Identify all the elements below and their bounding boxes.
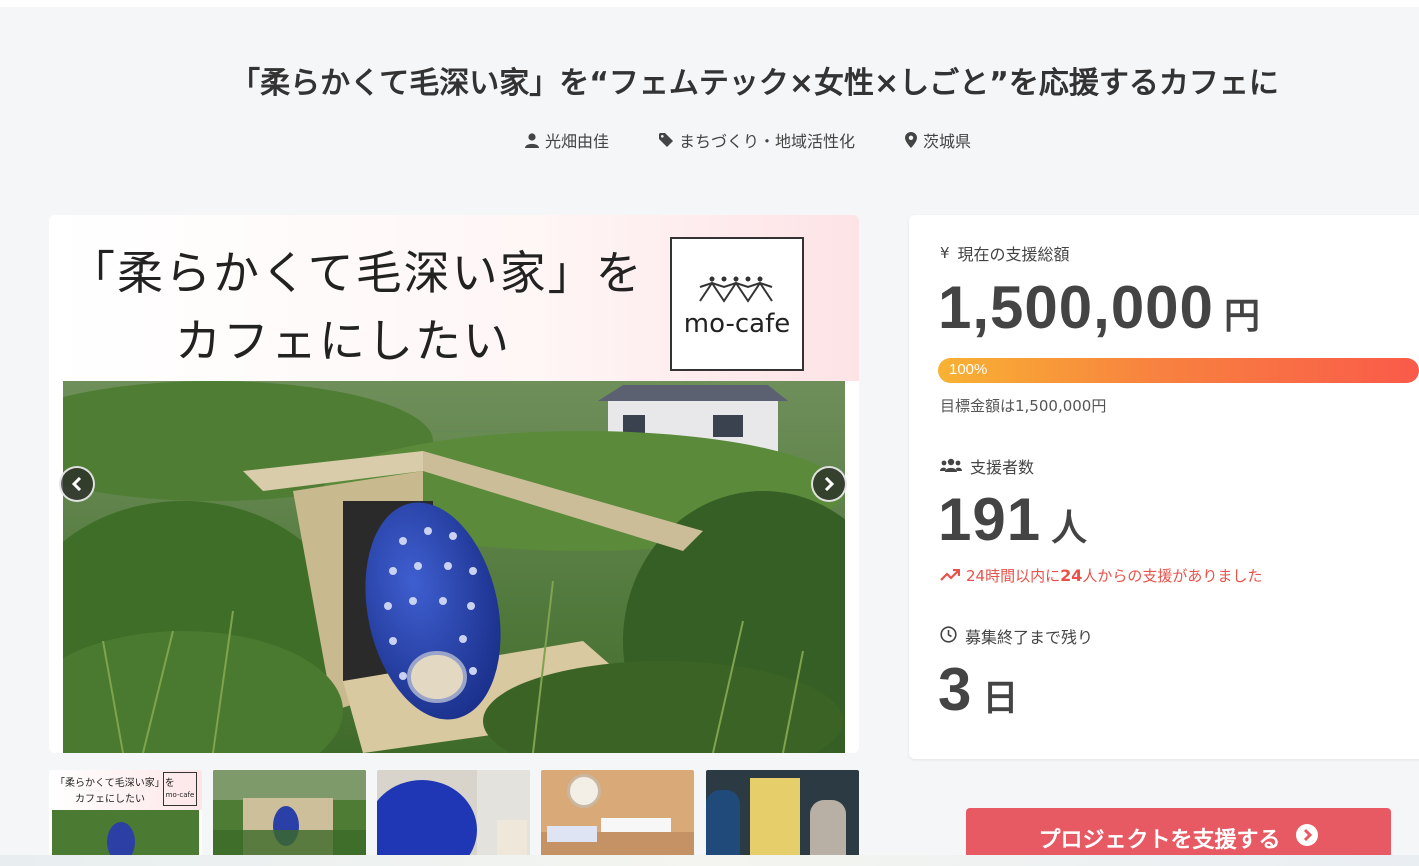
bottom-edge — [0, 855, 1419, 866]
thumbnail-1-logo: mo-cafe — [163, 772, 197, 806]
arrow-circle-right-icon — [1295, 823, 1319, 853]
backers-value: 191 — [938, 486, 1042, 553]
thumbnail-1-caption-2: カフェにしたい — [75, 794, 145, 805]
thumbnail-3[interactable] — [377, 770, 530, 866]
backers-count: 191 人 — [938, 485, 1087, 554]
remaining-days: 3 日 — [938, 655, 1018, 724]
recent-backers-note: 24時間以内に24人からの支援がありました — [940, 565, 1262, 586]
total-amount: 1,500,000 円 — [938, 273, 1260, 342]
carousel-prev-button[interactable] — [59, 466, 95, 502]
thumbnail-2[interactable] — [213, 770, 366, 866]
funding-stats-card: ¥ 現在の支援総額 1,500,000 円 100% 目標金額は1,500,00… — [909, 215, 1419, 759]
progress-bar: 100% — [938, 358, 1419, 383]
hero-banner: 「柔らかくて毛深い家」を カフェにしたい mo-cafe — [49, 215, 859, 381]
total-value: 1,500,000 — [938, 274, 1214, 341]
house-photo — [63, 381, 845, 753]
backers-label: 支援者数 — [970, 458, 1035, 477]
thumbnail-5[interactable] — [706, 770, 859, 866]
remaining-value: 3 — [938, 656, 973, 723]
carousel-next-button[interactable] — [811, 466, 847, 502]
chevron-left-icon — [71, 477, 82, 491]
thumbnail-1-caption-1: 「柔らかくて毛深い家」を — [55, 778, 175, 789]
trending-up-icon — [940, 567, 961, 585]
chevron-right-icon — [824, 477, 835, 491]
yen-icon: ¥ — [940, 244, 950, 262]
users-icon — [940, 457, 962, 476]
thumbnail-strip: 「柔らかくて毛深い家」を カフェにしたい mo-cafe — [49, 770, 859, 866]
tag-icon — [658, 133, 673, 147]
backers-unit: 人 — [1051, 507, 1088, 548]
hero-line-2: カフェにしたい — [175, 314, 511, 368]
logo-text: mo-cafe — [683, 309, 791, 339]
support-button-label: プロジェクトを支援する — [1038, 828, 1281, 853]
user-icon — [524, 132, 539, 148]
hero-line-1: 「柔らかくて毛深い家」を — [69, 246, 644, 300]
project-title: 「柔らかくて毛深い家」を“フェムテック×女性×しごと”を応援するカフェに — [230, 66, 1279, 101]
remaining-unit: 日 — [982, 677, 1019, 718]
thumbnail-4[interactable] — [541, 770, 694, 866]
project-meta: 光畑由佳 まちづくり・地域活性化 茨城県 — [0, 128, 1419, 152]
total-label: 現在の支援総額 — [957, 245, 1070, 264]
location-name: 茨城県 — [923, 132, 972, 151]
clock-icon — [940, 625, 957, 647]
logo-lattice-icon — [699, 276, 773, 303]
mo-cafe-logo: mo-cafe — [670, 237, 804, 371]
category-name: まちづくり・地域活性化 — [678, 132, 855, 151]
recent-suffix: 人からの支援がありました — [1082, 567, 1263, 585]
progress-label: 100% — [949, 361, 988, 378]
category-link[interactable]: まちづくり・地域活性化 — [658, 128, 855, 152]
map-pin-icon — [905, 132, 917, 148]
main-image-carousel[interactable]: 「柔らかくて毛深い家」を カフェにしたい mo-cafe — [49, 215, 859, 753]
recent-prefix: 24時間以内に — [966, 567, 1061, 585]
owner-name: 光畑由佳 — [544, 132, 609, 151]
remaining-label: 募集終了まで残り — [965, 628, 1094, 647]
total-label-row: ¥ 現在の支援総額 — [940, 241, 1070, 265]
remaining-label-row: 募集終了まで残り — [940, 624, 1093, 648]
thumbnail-1[interactable]: 「柔らかくて毛深い家」を カフェにしたい mo-cafe — [49, 770, 202, 866]
location-link[interactable]: 茨城県 — [905, 128, 971, 152]
owner-link[interactable]: 光畑由佳 — [524, 128, 609, 152]
backers-label-row: 支援者数 — [940, 454, 1034, 478]
goal-amount: 目標金額は1,500,000円 — [940, 397, 1107, 415]
total-unit: 円 — [1223, 295, 1260, 336]
recent-count: 24 — [1060, 566, 1083, 585]
